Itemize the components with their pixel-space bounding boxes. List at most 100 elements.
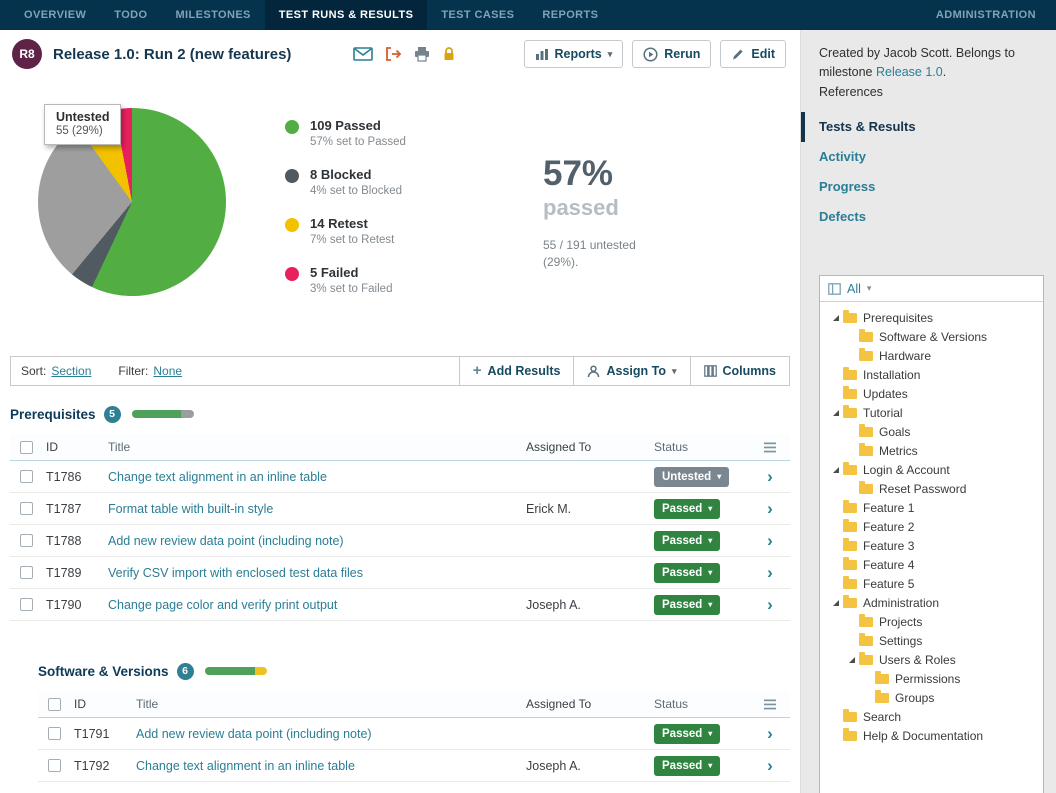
sidebar-link-tests-results[interactable]: Tests & Results bbox=[801, 112, 1056, 143]
expand-arrow-icon[interactable] bbox=[828, 410, 843, 416]
nav-item-overview[interactable]: OVERVIEW bbox=[10, 0, 100, 30]
row-checkbox[interactable] bbox=[20, 502, 33, 515]
nav-item-test-cases[interactable]: TEST CASES bbox=[427, 0, 528, 30]
tree-node-goals[interactable]: Goals bbox=[822, 422, 1041, 441]
test-title-link[interactable]: Verify CSV import with enclosed test dat… bbox=[108, 566, 363, 580]
col-header-status[interactable]: Status bbox=[654, 440, 750, 454]
status-dropdown-passed[interactable]: Passed ▾ bbox=[654, 530, 721, 551]
sort-value-link[interactable]: Section bbox=[51, 364, 91, 378]
status-dropdown-passed[interactable]: Passed ▾ bbox=[654, 562, 721, 583]
test-row-t1787[interactable]: T1787 Format table with built-in style Eri… bbox=[10, 493, 790, 525]
select-all-checkbox[interactable] bbox=[48, 697, 61, 711]
sidebar-link-defects[interactable]: Defects bbox=[801, 202, 1056, 232]
email-icon[interactable] bbox=[353, 46, 374, 62]
expand-arrow-icon[interactable] bbox=[828, 600, 843, 606]
col-header-id[interactable]: ID bbox=[46, 440, 108, 454]
reports-button[interactable]: Reports ▾ bbox=[523, 40, 624, 68]
tree-node-feature-5[interactable]: Feature 5 bbox=[822, 574, 1041, 593]
status-dropdown-passed[interactable]: Passed ▾ bbox=[654, 755, 721, 776]
col-header-title[interactable]: Title bbox=[108, 440, 526, 454]
open-test-chevron[interactable]: › bbox=[767, 725, 773, 742]
sidebar-link-activity[interactable]: Activity bbox=[801, 142, 1056, 172]
select-all-checkbox[interactable] bbox=[20, 440, 33, 454]
expand-arrow-icon[interactable] bbox=[828, 467, 843, 473]
tree-node-search[interactable]: Search bbox=[822, 707, 1041, 726]
tree-node-updates[interactable]: Updates bbox=[822, 384, 1041, 403]
tree-node-groups[interactable]: Groups bbox=[822, 688, 1041, 707]
tree-node-projects[interactable]: Projects bbox=[822, 612, 1041, 631]
row-checkbox[interactable] bbox=[20, 470, 33, 483]
open-test-chevron[interactable]: › bbox=[767, 468, 773, 485]
open-test-chevron[interactable]: › bbox=[767, 757, 773, 774]
lock-icon[interactable] bbox=[442, 46, 456, 62]
tree-node-software-versions[interactable]: Software & Versions bbox=[822, 327, 1041, 346]
test-row-t1789[interactable]: T1789 Verify CSV import with enclosed tes… bbox=[10, 557, 790, 589]
row-checkbox[interactable] bbox=[48, 759, 61, 772]
tree-node-prerequisites[interactable]: Prerequisites bbox=[822, 308, 1041, 327]
tree-node-users-roles[interactable]: Users & Roles bbox=[822, 650, 1041, 669]
print-icon[interactable] bbox=[413, 46, 431, 62]
tree-node-reset-password[interactable]: Reset Password bbox=[822, 479, 1041, 498]
nav-item-todo[interactable]: TODO bbox=[100, 0, 161, 30]
col-header-id[interactable]: ID bbox=[74, 697, 136, 711]
open-test-chevron[interactable]: › bbox=[767, 532, 773, 549]
tree-node-feature-1[interactable]: Feature 1 bbox=[822, 498, 1041, 517]
export-icon[interactable] bbox=[384, 46, 402, 62]
col-header-title[interactable]: Title bbox=[136, 697, 526, 711]
status-dropdown-passed[interactable]: Passed ▾ bbox=[654, 723, 721, 744]
open-test-chevron[interactable]: › bbox=[767, 596, 773, 613]
rerun-button[interactable]: Rerun bbox=[632, 40, 712, 68]
tree-node-feature-2[interactable]: Feature 2 bbox=[822, 517, 1041, 536]
tree-node-feature-4[interactable]: Feature 4 bbox=[822, 555, 1041, 574]
test-row-t1788[interactable]: T1788 Add new review data point (includin… bbox=[10, 525, 790, 557]
expand-arrow-icon[interactable] bbox=[828, 315, 843, 321]
expand-arrow-icon[interactable] bbox=[844, 657, 859, 663]
row-checkbox[interactable] bbox=[20, 566, 33, 579]
tree-node-login-account[interactable]: Login & Account bbox=[822, 460, 1041, 479]
open-test-chevron[interactable]: › bbox=[767, 564, 773, 581]
tree-node-metrics[interactable]: Metrics bbox=[822, 441, 1041, 460]
test-row-t1792[interactable]: T1792 Change text alignment in an inline … bbox=[38, 750, 790, 782]
status-dropdown-passed[interactable]: Passed ▾ bbox=[654, 594, 721, 615]
test-title-link[interactable]: Change text alignment in an inline table bbox=[136, 759, 355, 773]
row-checkbox[interactable] bbox=[48, 727, 61, 740]
sidebar-link-progress[interactable]: Progress bbox=[801, 172, 1056, 202]
open-test-chevron[interactable]: › bbox=[767, 500, 773, 517]
tree-node-settings[interactable]: Settings bbox=[822, 631, 1041, 650]
test-row-t1786[interactable]: T1786 Change text alignment in an inline … bbox=[10, 461, 790, 493]
test-title-link[interactable]: Add new review data point (including not… bbox=[136, 727, 372, 741]
row-checkbox[interactable] bbox=[20, 534, 33, 547]
status-dropdown-untested[interactable]: Untested ▾ bbox=[654, 466, 730, 487]
col-header-assigned[interactable]: Assigned To bbox=[526, 697, 654, 711]
test-title-link[interactable]: Change page color and verify print outpu… bbox=[108, 598, 337, 612]
tree-scope-all-link[interactable]: All bbox=[847, 282, 861, 296]
milestone-link[interactable]: Release 1.0 bbox=[876, 65, 943, 79]
tree-node-help-documentation[interactable]: Help & Documentation bbox=[822, 726, 1041, 745]
row-checkbox[interactable] bbox=[20, 598, 33, 611]
tree-node-hardware[interactable]: Hardware bbox=[822, 346, 1041, 365]
test-row-t1790[interactable]: T1790 Change page color and verify print … bbox=[10, 589, 790, 621]
nav-item-test-runs-results[interactable]: TEST RUNS & RESULTS bbox=[264, 0, 428, 30]
test-title-link[interactable]: Add new review data point (including not… bbox=[108, 534, 344, 548]
nav-item-administration[interactable]: ADMINISTRATION bbox=[936, 0, 1056, 30]
test-title-link[interactable]: Change text alignment in an inline table bbox=[108, 470, 327, 484]
assign-to-button[interactable]: Assign To ▾ bbox=[573, 357, 690, 385]
test-row-t1791[interactable]: T1791 Add new review data point (includin… bbox=[38, 718, 790, 750]
column-selector-icon[interactable] bbox=[764, 442, 776, 453]
status-dropdown-passed[interactable]: Passed ▾ bbox=[654, 498, 721, 519]
tree-node-feature-3[interactable]: Feature 3 bbox=[822, 536, 1041, 555]
test-title-link[interactable]: Format table with built-in style bbox=[108, 502, 273, 516]
columns-button[interactable]: Columns bbox=[689, 357, 789, 385]
nav-item-reports[interactable]: REPORTS bbox=[528, 0, 612, 30]
column-selector-icon[interactable] bbox=[764, 699, 776, 710]
col-header-assigned[interactable]: Assigned To bbox=[526, 440, 654, 454]
tree-node-administration[interactable]: Administration bbox=[822, 593, 1041, 612]
tree-node-tutorial[interactable]: Tutorial bbox=[822, 403, 1041, 422]
filter-value-link[interactable]: None bbox=[153, 364, 182, 378]
tree-node-installation[interactable]: Installation bbox=[822, 365, 1041, 384]
add-results-button[interactable]: + Add Results bbox=[458, 357, 574, 385]
nav-item-milestones[interactable]: MILESTONES bbox=[161, 0, 264, 30]
col-header-status[interactable]: Status bbox=[654, 697, 750, 711]
edit-button[interactable]: Edit bbox=[720, 40, 786, 68]
tree-node-permissions[interactable]: Permissions bbox=[822, 669, 1041, 688]
